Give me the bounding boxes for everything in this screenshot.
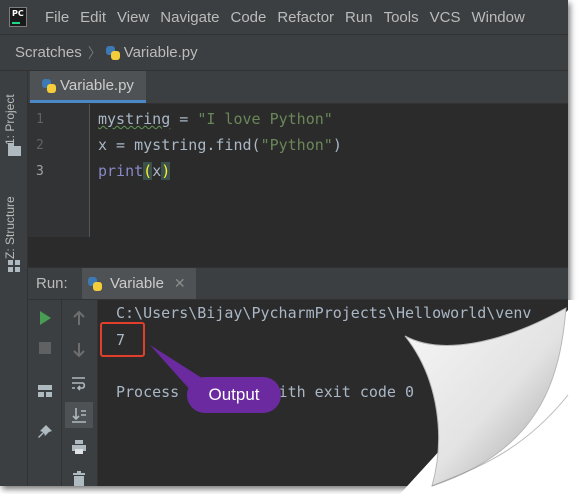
page-curl-effect <box>400 300 581 494</box>
